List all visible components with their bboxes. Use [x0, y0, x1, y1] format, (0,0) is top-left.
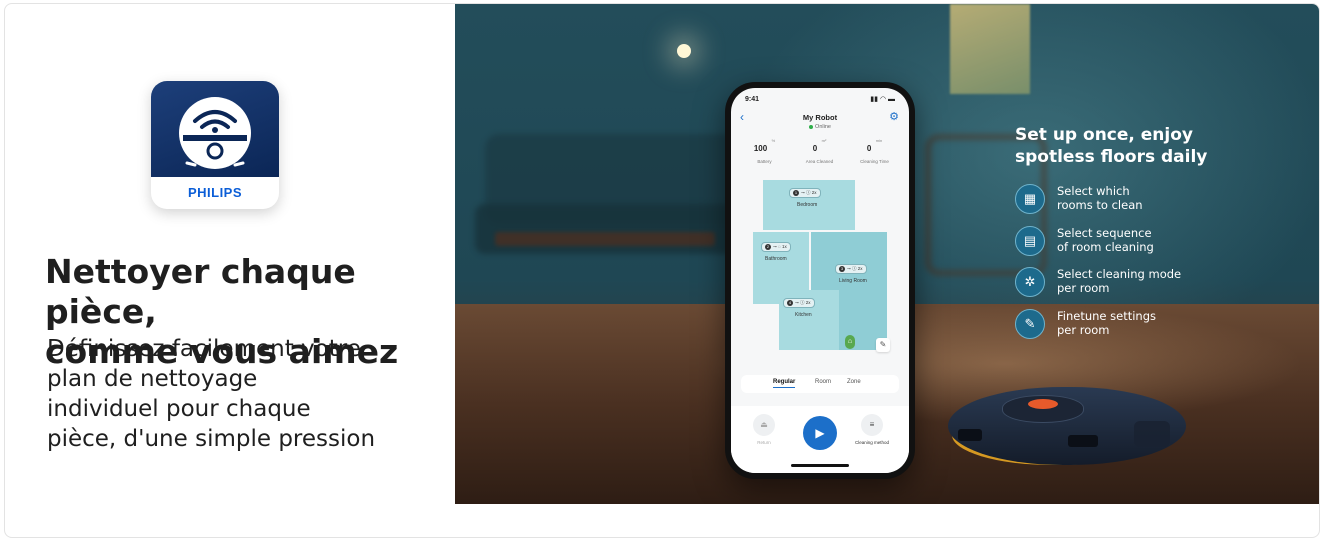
cleaning-method-button[interactable]: ≡	[861, 414, 883, 436]
feature-text: Select sequence of room cleaning	[1057, 226, 1287, 254]
cleaning-method-label: Cleaning method	[854, 440, 890, 445]
tab-room[interactable]: Room	[815, 379, 831, 385]
tab-zone[interactable]: Zone	[847, 379, 861, 385]
room-number: 1	[793, 190, 799, 196]
robot-vacuum-wifi-icon	[151, 81, 279, 177]
room-chip-bedroom[interactable]: 1 ⊸ ⓘ 2x	[789, 188, 821, 198]
feature-line-2: per room	[1057, 323, 1110, 337]
status-bar-time: 9:41	[745, 96, 760, 103]
phone-screen: 9:41 ▮▮ ◠ ▬ ‹ ⚙ My Robot Online 100 % Ba…	[731, 88, 909, 473]
features-title: Set up once, enjoy spotless floors daily	[1015, 124, 1295, 168]
robot-sensor	[1068, 435, 1098, 447]
room-chip-kitchen[interactable]: 4 ⊸ ⓘ 2x	[783, 298, 815, 308]
status-bar-icons: ▮▮ ◠ ▬	[870, 96, 895, 103]
philips-app-icon: PHILIPS	[151, 81, 279, 209]
cleaning-mode-icon: ✲	[1015, 267, 1045, 297]
pencil-icon: ✎	[1015, 309, 1045, 339]
stat-label: Cleaning Time	[860, 159, 889, 164]
wall-painting	[950, 4, 1030, 94]
control-bar: ⏏ Return ▶ ≡ Cleaning method	[731, 406, 909, 473]
feature-line-1: Select which	[1057, 184, 1130, 198]
stat-value: 0	[812, 144, 818, 153]
brand-name: PHILIPS	[187, 185, 243, 200]
room-settings: ⊸ ◌ 1x	[773, 244, 787, 249]
feature-sequence: ▤ Select sequence of room cleaning	[1015, 226, 1295, 258]
cleaning-mode-tabs: Regular Room Zone	[741, 375, 899, 393]
room-select-icon: ▦	[1015, 184, 1045, 214]
subline-line-4: pièce, d'une simple pression	[47, 426, 376, 452]
lifestyle-image: 9:41 ▮▮ ◠ ▬ ‹ ⚙ My Robot Online 100 % Ba…	[455, 4, 1319, 504]
subline-line-1: Définissez facilement votre	[47, 336, 361, 362]
online-dot	[809, 124, 814, 129]
room-label-kitchen: Kitchen	[795, 312, 812, 318]
feature-line-1: Select sequence	[1057, 226, 1152, 240]
room-label-bedroom: Bedroom	[797, 202, 818, 208]
play-icon[interactable]: ▶	[803, 416, 837, 450]
robot-lidar	[1028, 399, 1058, 409]
subline-line-3: individuel pour chaque	[47, 396, 311, 422]
robot-title: My Robot	[802, 113, 838, 122]
ceiling-lamp	[677, 44, 691, 58]
smartphone: 9:41 ▮▮ ◠ ▬ ‹ ⚙ My Robot Online 100 % Ba…	[725, 82, 915, 479]
room-settings: ⊸ ⓘ 2x	[847, 266, 863, 271]
stat-value: 100	[753, 144, 768, 153]
sequence-icon: ▤	[1015, 226, 1045, 256]
return-button[interactable]: ⏏	[753, 414, 775, 436]
feature-text: Finetune settings per room	[1057, 309, 1287, 337]
feature-line-1: Finetune settings	[1057, 309, 1157, 323]
room-number: 4	[787, 300, 793, 306]
feature-line-1: Select cleaning mode	[1057, 267, 1182, 281]
room-label-living-room: Living Room	[839, 278, 867, 284]
home-indicator	[791, 464, 849, 467]
feature-line-2: per room	[1057, 281, 1110, 295]
features-title-line-2: spotless floors daily	[1015, 147, 1208, 167]
room-chip-living-room[interactable]: 3 ⊸ ⓘ 2x	[835, 264, 867, 274]
subline-line-2: plan de nettoyage	[47, 366, 258, 392]
feature-finetune: ✎ Finetune settings per room	[1015, 309, 1295, 341]
stat-time: 0 min Cleaning Time	[847, 138, 902, 164]
room-number: 3	[839, 266, 845, 272]
subline: Définissez facilement votre plan de nett…	[47, 334, 447, 454]
feature-text: Select which rooms to clean	[1057, 184, 1287, 212]
feature-line-2: of room cleaning	[1057, 240, 1154, 254]
stat-value: 0	[866, 144, 872, 153]
robot-grille	[1134, 421, 1170, 447]
room-label-bathroom: Bathroom	[765, 256, 787, 262]
tab-regular[interactable]: Regular	[773, 379, 796, 388]
room-chip-bathroom[interactable]: 2 ⊸ ◌ 1x	[761, 242, 791, 252]
headline-line-1: Nettoyer chaque pièce,	[45, 252, 356, 331]
feature-text: Select cleaning mode per room	[1057, 267, 1287, 295]
features-title-line-1: Set up once, enjoy	[1015, 125, 1193, 145]
robot-sensor	[958, 429, 982, 441]
feature-line-2: rooms to clean	[1057, 198, 1143, 212]
dock-location-icon: ⌂	[845, 335, 855, 349]
stat-area: 0 m² Area Cleaned	[792, 138, 847, 164]
online-status: Online	[731, 124, 909, 130]
edit-map-icon[interactable]: ✎	[876, 338, 890, 352]
stat-label: Battery	[757, 159, 772, 164]
stat-label: Area Cleaned	[805, 159, 834, 164]
room-settings: ⊸ ⓘ 2x	[795, 300, 811, 305]
room-number: 2	[765, 244, 771, 250]
stat-battery: 100 % Battery	[737, 138, 792, 164]
robot-vacuum	[948, 387, 1186, 473]
stat-unit: min	[875, 138, 883, 143]
text-panel: PHILIPS Nettoyer chaque pièce, comme vou…	[5, 4, 455, 537]
product-banner: PHILIPS Nettoyer chaque pièce, comme vou…	[4, 3, 1320, 538]
room-settings: ⊸ ⓘ 2x	[801, 190, 817, 195]
robot-stats: 100 % Battery 0 m² Area Cleaned 0 min Cl…	[737, 138, 903, 168]
stat-unit: %	[771, 138, 776, 143]
coffee-table	[495, 232, 715, 246]
return-label: Return	[757, 440, 771, 445]
online-label: Online	[815, 124, 831, 130]
feature-select-rooms: ▦ Select which rooms to clean	[1015, 184, 1295, 216]
stat-unit: m²	[821, 138, 827, 143]
feature-cleaning-mode: ✲ Select cleaning mode per room	[1015, 267, 1295, 299]
